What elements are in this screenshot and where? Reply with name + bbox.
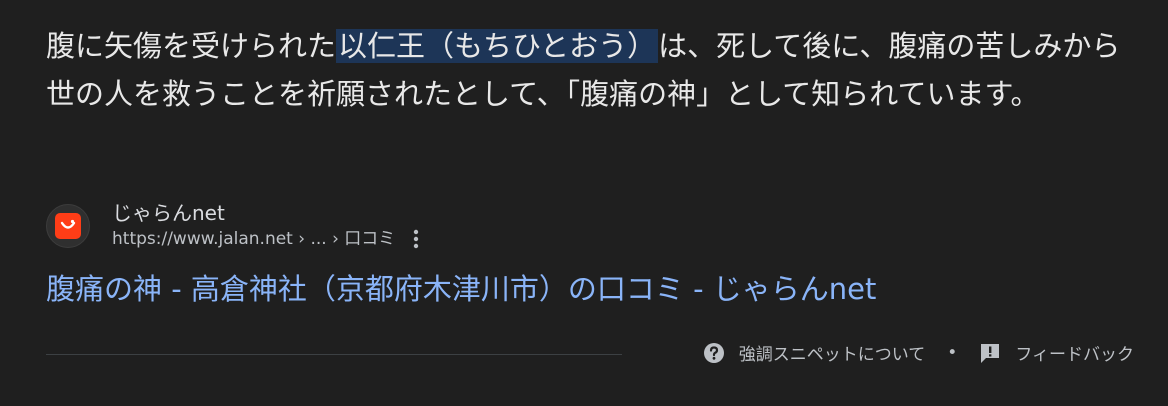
- result-url[interactable]: https://www.jalan.net › ... › 口コミ: [112, 226, 395, 252]
- jalan-smile-icon: [55, 213, 81, 239]
- snippet-highlight: 以仁王（もちひとおう）: [336, 29, 659, 63]
- footer-separator: •: [947, 342, 958, 363]
- site-favicon[interactable]: [46, 204, 90, 248]
- feedback-button[interactable]: フィードバック: [979, 340, 1134, 365]
- question-circle-icon: [703, 342, 724, 363]
- feedback-label: フィードバック: [1015, 345, 1134, 365]
- about-snippets-label: 強調スニペットについて: [738, 345, 926, 365]
- featured-snippet-text: 腹に矢傷を受けられた以仁王（もちひとおう）は、死して後に、腹痛の苦しみから世の人…: [46, 22, 1146, 118]
- result-source[interactable]: じゃらんnet https://www.jalan.net › ... › 口コ…: [46, 200, 419, 252]
- feedback-icon: [981, 343, 1000, 363]
- divider: [46, 354, 622, 355]
- result-title-link[interactable]: 腹痛の神 - 高倉神社（京都府木津川市）の口コミ - じゃらんnet: [46, 267, 876, 311]
- three-dots-vertical-icon[interactable]: [413, 229, 419, 249]
- site-name[interactable]: じゃらんnet: [112, 200, 419, 226]
- snippet-text-before: 腹に矢傷を受けられた: [46, 29, 337, 63]
- about-snippets-button[interactable]: 強調スニペットについて: [703, 340, 926, 365]
- snippet-footer: 強調スニペットについて • フィードバック: [703, 340, 1134, 365]
